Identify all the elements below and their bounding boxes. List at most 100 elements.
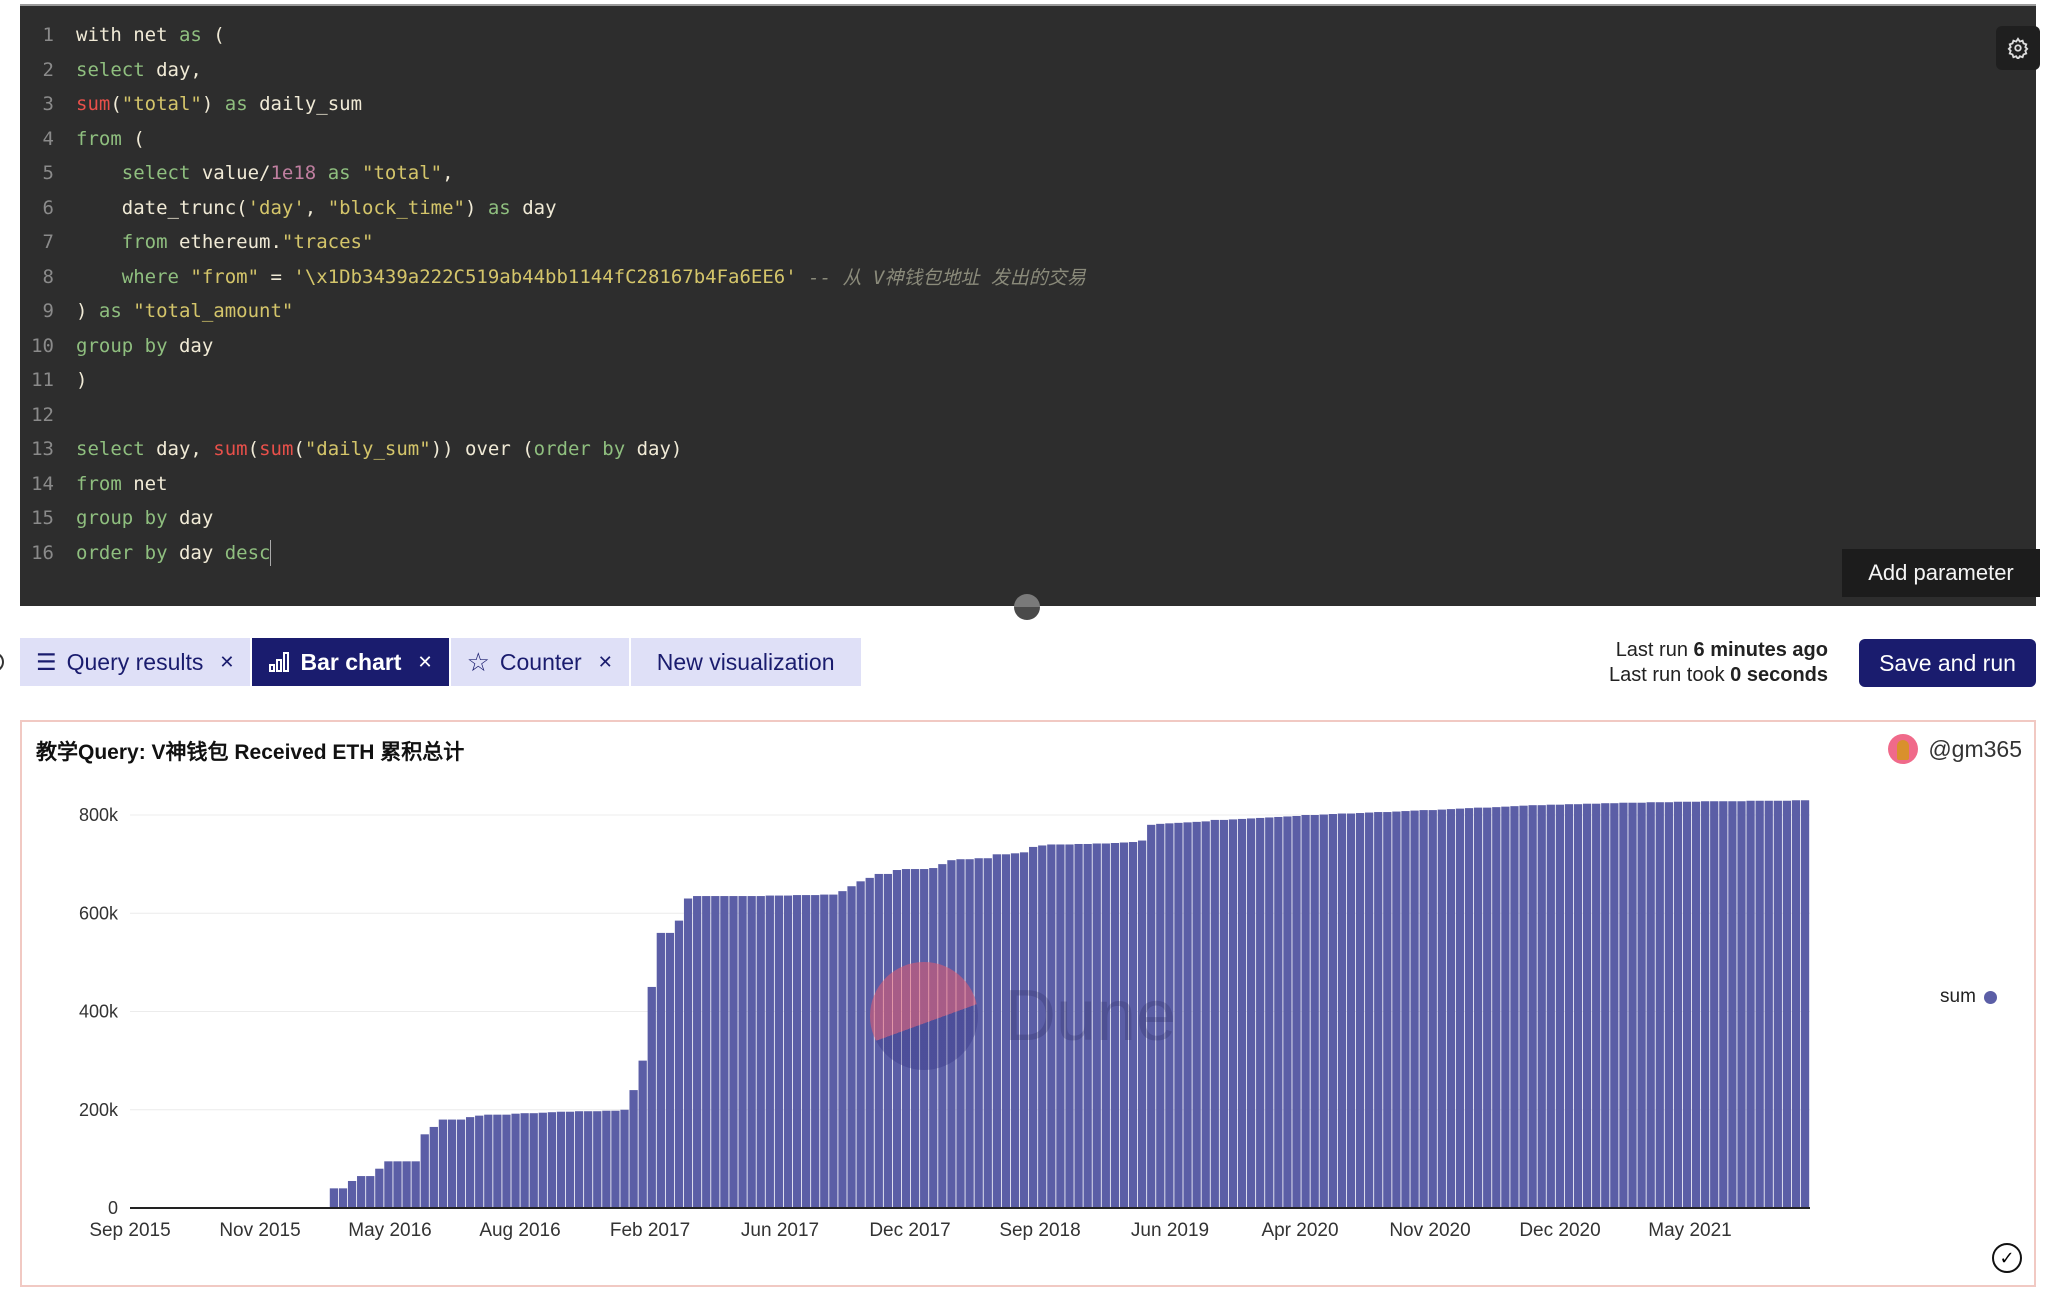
bar[interactable] xyxy=(1546,804,1555,1208)
bar[interactable] xyxy=(1737,801,1746,1208)
bar[interactable] xyxy=(529,1113,538,1208)
bar[interactable] xyxy=(456,1119,466,1208)
bar[interactable] xyxy=(1165,823,1174,1208)
bar[interactable] xyxy=(1428,810,1437,1208)
bar[interactable] xyxy=(1746,800,1755,1208)
bar[interactable] xyxy=(1437,809,1446,1208)
bar[interactable] xyxy=(1528,805,1537,1208)
bar[interactable] xyxy=(629,1090,638,1208)
bar[interactable] xyxy=(384,1161,393,1208)
bar[interactable] xyxy=(1628,802,1637,1208)
bar[interactable] xyxy=(611,1110,620,1208)
bar[interactable] xyxy=(756,896,765,1208)
bar[interactable] xyxy=(865,877,874,1208)
tab-new-visualization[interactable]: New visualization xyxy=(630,638,861,686)
bar[interactable] xyxy=(1292,815,1301,1208)
bar[interactable] xyxy=(910,869,920,1208)
sql-editor[interactable]: 1 with net as (2 select day, 3 sum("total") … xyxy=(20,4,2040,606)
code-line[interactable]: 4 from ( xyxy=(20,122,145,156)
bar[interactable] xyxy=(1029,846,1038,1208)
bar[interactable] xyxy=(1474,807,1483,1208)
code-line[interactable]: 2 select day, xyxy=(20,53,202,87)
bar[interactable] xyxy=(647,986,656,1208)
bar[interactable] xyxy=(1001,854,1011,1208)
bar[interactable] xyxy=(1519,805,1528,1208)
bar[interactable] xyxy=(838,891,847,1208)
bar[interactable] xyxy=(1128,842,1138,1208)
bar[interactable] xyxy=(1564,804,1574,1208)
code-line[interactable]: 5 select value/1e18 as "total", xyxy=(20,156,454,190)
bar[interactable] xyxy=(1483,807,1492,1208)
bar[interactable] xyxy=(1065,844,1074,1208)
bar[interactable] xyxy=(1383,812,1392,1208)
bar[interactable] xyxy=(1328,814,1337,1208)
bar[interactable] xyxy=(1219,819,1229,1208)
bar[interactable] xyxy=(1047,844,1056,1208)
tab-counter[interactable]: ☆ Counter ✕ xyxy=(450,638,629,686)
add-parameter-button[interactable]: Add parameter xyxy=(1842,549,2040,597)
bar[interactable] xyxy=(1610,803,1619,1208)
bar[interactable] xyxy=(1646,802,1655,1208)
bar[interactable] xyxy=(1110,843,1120,1208)
bar[interactable] xyxy=(1010,853,1020,1208)
bar[interactable] xyxy=(1682,801,1692,1208)
bar[interactable] xyxy=(656,932,665,1208)
bar[interactable] xyxy=(538,1112,547,1208)
bar[interactable] xyxy=(1537,805,1546,1208)
bar[interactable] xyxy=(1092,843,1101,1208)
bar[interactable] xyxy=(1419,810,1428,1208)
check-circle-icon[interactable]: ✓ xyxy=(1992,1243,2022,1273)
bar[interactable] xyxy=(1365,812,1374,1208)
bar[interactable] xyxy=(1174,822,1183,1208)
bar[interactable] xyxy=(366,1176,375,1208)
bar[interactable] xyxy=(1501,806,1510,1208)
bar[interactable] xyxy=(1791,800,1801,1208)
bar[interactable] xyxy=(1455,808,1465,1208)
code-line[interactable]: 14 from net xyxy=(20,467,167,501)
bar[interactable] xyxy=(792,895,802,1208)
bar[interactable] xyxy=(992,854,1001,1208)
bar[interactable] xyxy=(1346,813,1356,1208)
bar[interactable] xyxy=(1355,813,1365,1208)
bar[interactable] xyxy=(693,896,702,1208)
close-icon[interactable]: ✕ xyxy=(219,652,234,673)
bar[interactable] xyxy=(783,895,793,1208)
bar[interactable] xyxy=(493,1114,502,1208)
bar[interactable] xyxy=(347,1180,357,1208)
bar[interactable] xyxy=(511,1113,520,1208)
bar[interactable] xyxy=(565,1111,575,1208)
bar[interactable] xyxy=(1183,822,1192,1208)
bar[interactable] xyxy=(1773,800,1782,1208)
bar[interactable] xyxy=(947,860,956,1208)
bar[interactable] xyxy=(1038,845,1047,1208)
bar[interactable] xyxy=(520,1113,529,1208)
bar[interactable] xyxy=(738,896,747,1208)
bar[interactable] xyxy=(1464,808,1474,1208)
bar[interactable] xyxy=(1719,801,1728,1208)
code-line[interactable]: 12 xyxy=(20,398,76,432)
bar[interactable] xyxy=(1337,813,1347,1208)
bar[interactable] xyxy=(584,1111,593,1208)
bar[interactable] xyxy=(1374,812,1383,1208)
bar[interactable] xyxy=(1237,818,1247,1208)
bar[interactable] xyxy=(1019,852,1029,1208)
bar[interactable] xyxy=(1492,807,1501,1208)
bar[interactable] xyxy=(702,896,711,1208)
save-and-run-button[interactable]: Save and run xyxy=(1859,639,2036,687)
bar[interactable] xyxy=(929,868,938,1208)
bar[interactable] xyxy=(1138,840,1147,1208)
bar[interactable] xyxy=(484,1114,493,1208)
code-line[interactable]: 1 with net as ( xyxy=(20,18,225,52)
bar[interactable] xyxy=(802,895,811,1208)
code-line[interactable]: 16 order by day desc xyxy=(20,536,272,570)
bar[interactable] xyxy=(1800,800,1810,1208)
bar[interactable] xyxy=(683,898,693,1208)
bar[interactable] xyxy=(1246,818,1256,1208)
close-icon[interactable]: ✕ xyxy=(598,652,613,673)
bar[interactable] xyxy=(1074,843,1083,1208)
bar[interactable] xyxy=(1691,801,1701,1208)
bar[interactable] xyxy=(1101,843,1110,1208)
code-line[interactable]: 7 from ethereum. "traces" xyxy=(20,225,374,259)
bar[interactable] xyxy=(765,895,774,1208)
bar[interactable] xyxy=(620,1109,629,1208)
